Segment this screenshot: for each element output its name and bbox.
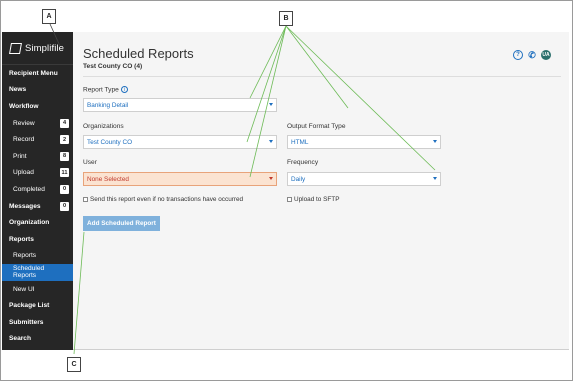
callout-c: C (67, 357, 81, 372)
sidebar-item-label: Record (13, 136, 35, 144)
report-type-select[interactable]: Banking Detail (83, 98, 277, 112)
count-badge: 0 (60, 184, 69, 194)
sidebar-item-recipient-menu[interactable]: Recipient Menu (2, 65, 73, 82)
sidebar-item-print[interactable]: Print 8 (2, 148, 73, 165)
user-value: None Selected (87, 175, 129, 183)
sidebar-item-news[interactable]: News (2, 82, 73, 99)
sftp-checkbox[interactable] (287, 197, 292, 202)
page-subtitle: Test County CO (4) (83, 63, 143, 70)
sidebar-item-package-list[interactable]: Package List (2, 297, 73, 314)
logo-icon (9, 42, 22, 54)
sidebar-item-upload[interactable]: Upload 11 (2, 165, 73, 182)
output-format-label: Output Format Type (287, 123, 346, 130)
sidebar-item-label: Organization (9, 219, 50, 227)
sidebar-item-review[interactable]: Review 4 (2, 115, 73, 132)
chevron-down-icon (269, 140, 273, 143)
user-label: User (83, 159, 97, 166)
sidebar-nav: Recipient Menu News Workflow Review 4 Record 2… (2, 65, 73, 347)
sidebar-item-label: Reports (9, 235, 34, 243)
brand-name: Simplifile (25, 42, 65, 54)
chevron-down-icon (433, 140, 437, 143)
sidebar-item-label: Completed (13, 185, 45, 193)
send-empty-checkbox-row[interactable]: Send this report even if no transactions… (83, 196, 243, 203)
count-badge: 2 (60, 135, 69, 145)
output-format-value: HTML (291, 138, 309, 146)
brand-logo[interactable]: Simplifile (2, 32, 73, 65)
frequency-select[interactable]: Daily (287, 172, 441, 186)
callout-a: A (42, 9, 56, 24)
help-icon[interactable]: ? (513, 50, 523, 60)
sidebar-item-organization[interactable]: Organization (2, 214, 73, 231)
frequency-label: Frequency (287, 159, 319, 166)
sidebar-item-scheduled-reports[interactable]: Scheduled Reports (2, 264, 73, 281)
send-empty-checkbox-label: Send this report even if no transactions… (90, 196, 244, 203)
chevron-down-icon (269, 177, 273, 180)
count-badge: 0 (60, 201, 69, 211)
count-badge: 4 (60, 118, 69, 128)
count-badge: 11 (60, 168, 69, 178)
sidebar-item-label: Search (9, 335, 31, 343)
sidebar-item-label: Recipient Menu (9, 69, 58, 77)
sidebar-item-label: Messages (9, 202, 41, 210)
sidebar: Simplifile Recipient Menu News Workflow Rev… (2, 32, 73, 350)
sidebar-item-label: Workflow (9, 102, 39, 110)
organizations-select[interactable]: Test County CO (83, 135, 277, 149)
header-divider (83, 76, 561, 77)
callout-b: B (279, 11, 293, 26)
sidebar-item-reports[interactable]: Reports (2, 231, 73, 248)
sidebar-item-label: News (9, 86, 27, 94)
info-icon[interactable]: i (120, 86, 128, 93)
sidebar-item-label: Review (13, 119, 35, 127)
report-type-value: Banking Detail (87, 101, 129, 109)
sidebar-item-record[interactable]: Record 2 (2, 131, 73, 148)
organizations-value: Test County CO (87, 138, 133, 146)
report-type-label: Report Type i (83, 86, 128, 93)
send-empty-checkbox[interactable] (83, 197, 88, 202)
sidebar-item-label: Print (13, 152, 27, 160)
sidebar-item-completed[interactable]: Completed 0 (2, 181, 73, 198)
sidebar-item-label: Scheduled Reports (13, 265, 45, 280)
page-title: Scheduled Reports (83, 46, 194, 61)
count-badge: 8 (60, 151, 69, 161)
sidebar-item-label: Reports (13, 252, 37, 260)
header-actions: ? ✆ UA (513, 50, 551, 60)
sftp-checkbox-label: Upload to SFTP (294, 196, 340, 203)
sidebar-item-new-ui[interactable]: New UI (2, 281, 73, 298)
organizations-label: Organizations (83, 123, 124, 130)
sidebar-item-label: Package List (9, 302, 50, 310)
frequency-value: Daily (291, 175, 306, 183)
sidebar-item-messages[interactable]: Messages 0 (2, 198, 73, 215)
sidebar-item-label: New UI (13, 285, 35, 293)
output-format-select[interactable]: HTML (287, 135, 441, 149)
user-avatar[interactable]: UA (541, 50, 551, 60)
add-scheduled-report-button[interactable]: Add Scheduled Report (83, 216, 160, 231)
sidebar-item-workflow[interactable]: Workflow (2, 98, 73, 115)
sidebar-item-label: Upload (13, 169, 34, 177)
user-select[interactable]: None Selected (83, 172, 277, 186)
sidebar-item-submitters[interactable]: Submitters (2, 314, 73, 331)
main-panel: Scheduled Reports Test County CO (4) ? ✆… (73, 32, 569, 350)
sidebar-item-reports[interactable]: Reports (2, 248, 73, 265)
sidebar-item-label: Submitters (9, 318, 44, 326)
phone-icon[interactable]: ✆ (527, 50, 537, 60)
sidebar-item-search[interactable]: Search (2, 331, 73, 348)
sftp-checkbox-row[interactable]: Upload to SFTP (287, 196, 339, 203)
chevron-down-icon (269, 103, 273, 106)
chevron-down-icon (433, 177, 437, 180)
